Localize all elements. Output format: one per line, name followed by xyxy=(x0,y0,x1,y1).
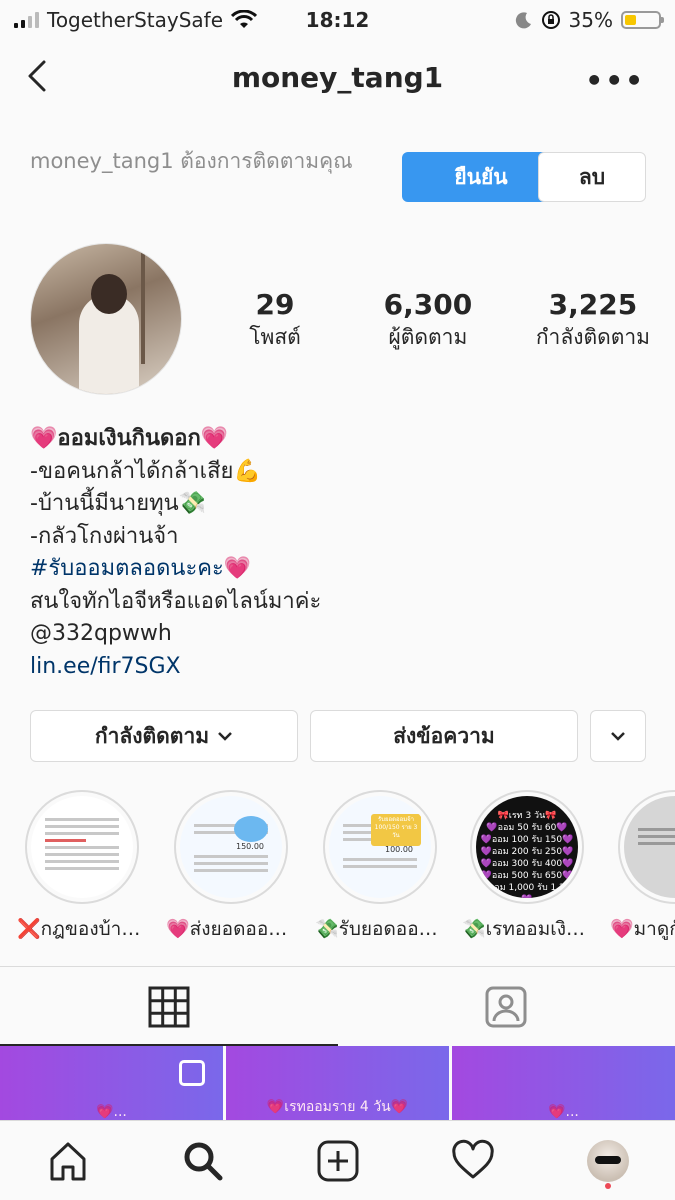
status-bar: TogetherStaySafe 18:12 35% xyxy=(0,0,675,40)
profile-bio: 💗ออมเงินกินดอก💗 -ขอคนกล้าได้กล้าเสีย💪 -บ… xyxy=(30,423,645,683)
post-caption: 💗เรทออมราย 4 วัน💗 xyxy=(266,1099,409,1115)
posts-grid: 💗... 💗เรทออมราย 4 วัน💗 💗... xyxy=(0,1046,675,1120)
carrier-name: TogetherStaySafe xyxy=(47,8,224,32)
following-button[interactable]: กำลังติดตาม xyxy=(30,710,298,762)
highlight-label: 💗ส่งยอดออม... xyxy=(166,918,296,940)
bio-line: -บ้านนี้มีนายทุน💸 xyxy=(30,491,207,516)
moon-icon xyxy=(515,12,531,29)
profile-username-title: money_tang1 xyxy=(231,60,444,94)
posts-count[interactable]: 29 โพสต์ xyxy=(230,288,320,352)
bio-website-link[interactable]: lin.ee/fir7SGX xyxy=(30,651,645,684)
tab-tagged[interactable] xyxy=(338,967,675,1046)
followers-count[interactable]: 6,300 ผู้ติดตาม xyxy=(383,288,473,352)
bio-line-id: @332qpwwh xyxy=(30,621,172,646)
bio-name: 💗ออมเงินกินดอก💗 xyxy=(30,426,229,451)
message-button-label: ส่งข้อความ xyxy=(393,723,495,748)
follow-request-text: money_tang1 ต้องการติดตามคุณ xyxy=(30,149,353,173)
profile-navbar: money_tang1 ••• xyxy=(0,44,675,110)
rates-title: 🎀เรท 3 วัน🎀 xyxy=(497,811,557,821)
delete-request-button[interactable]: ลบ xyxy=(538,152,646,202)
chevron-left-icon[interactable] xyxy=(22,56,56,96)
confirm-request-button[interactable]: ยืนยัน xyxy=(402,152,560,202)
home-icon[interactable] xyxy=(38,1131,98,1191)
profile-tab-avatar[interactable] xyxy=(578,1131,638,1191)
add-post-icon[interactable] xyxy=(308,1131,368,1191)
battery-icon xyxy=(621,11,664,29)
follow-request-banner: money_tang1 ต้องการติดตามคุณ ยืนยัน ลบ xyxy=(30,144,646,214)
highlight-more[interactable]: 💗มาดูกัน xyxy=(610,790,675,944)
profile-actions: กำลังติดตาม ส่งข้อความ xyxy=(30,710,646,762)
more-horizontal-icon[interactable]: ••• xyxy=(585,64,645,97)
post-thumbnail[interactable]: 💗... xyxy=(0,1046,223,1120)
notification-dot xyxy=(604,1182,611,1189)
post-caption: 💗... xyxy=(96,1104,127,1120)
avatar xyxy=(586,1139,629,1182)
profile-avatar[interactable] xyxy=(30,243,182,395)
message-button[interactable]: ส่งข้อความ xyxy=(310,710,578,762)
post-caption: 💗... xyxy=(548,1104,579,1120)
multiple-posts-icon xyxy=(179,1060,205,1086)
highlight-label: 💗มาดูกัน xyxy=(610,918,675,940)
highlight-amount: 150.00 xyxy=(236,842,264,851)
bio-line: -กลัวโกงผ่านจ้า xyxy=(30,523,179,549)
highlight-label: 💸เรทออมเงิน... xyxy=(462,918,592,940)
tab-posts-grid[interactable] xyxy=(0,967,338,1046)
bio-hashtag[interactable]: #รับออมตลอดนะคะ💗 xyxy=(30,553,645,586)
highlight-send-savings[interactable]: 150.00 💗ส่งยอดออม... xyxy=(166,790,296,944)
post-thumbnail[interactable]: 💗เรทออมราย 4 วัน💗 xyxy=(226,1046,449,1120)
chevron-down-icon xyxy=(218,732,232,741)
story-highlights: ❌กฎของบ้าน... 150.00 💗ส่งยอดออม... รับยอ… xyxy=(0,790,675,950)
wifi-icon xyxy=(231,10,258,28)
profile-tabs xyxy=(0,966,675,1046)
heart-icon[interactable] xyxy=(443,1131,503,1191)
bio-line: -ขอคนกล้าได้กล้าเสีย💪 xyxy=(30,458,261,484)
highlight-rules[interactable]: ❌กฎของบ้าน... xyxy=(17,790,147,944)
highlight-rates[interactable]: 🎀เรท 3 วัน🎀 💜ออม 50 รับ 60💜 💜ออม 100 รับ… xyxy=(462,790,592,944)
profile-stats: 29 โพสต์ 6,300 ผู้ติดตาม 3,225 กำลังติดต… xyxy=(230,288,650,352)
orientation-lock-icon xyxy=(541,11,560,29)
grid-icon xyxy=(148,986,190,1027)
following-button-label: กำลังติดตาม xyxy=(94,723,210,748)
highlight-label: ❌กฎของบ้าน... xyxy=(17,918,147,940)
highlight-receive-badge: รับยอดออมจ้า 100/150 ราย 3 วัน xyxy=(371,814,421,846)
tagged-person-icon xyxy=(485,986,527,1027)
following-count[interactable]: 3,225 กำลังติดตาม xyxy=(536,288,650,352)
chevron-down-icon xyxy=(611,732,625,741)
highlight-amount: 100.00 xyxy=(385,845,413,854)
highlight-label: 💸รับยอดออม... xyxy=(315,918,445,940)
bottom-tab-bar xyxy=(0,1120,675,1200)
post-thumbnail[interactable]: 💗... xyxy=(452,1046,675,1120)
bio-contact: สนใจทักไอจีหรือแอดไลน์มาค่ะ xyxy=(30,588,322,614)
search-icon[interactable] xyxy=(173,1131,233,1191)
signal-icon xyxy=(14,12,39,28)
suggested-accounts-button[interactable] xyxy=(590,710,646,762)
battery-percent: 35% xyxy=(568,8,613,32)
highlight-receive-savings[interactable]: รับยอดออมจ้า 100/150 ราย 3 วัน 100.00 💸ร… xyxy=(315,790,445,944)
